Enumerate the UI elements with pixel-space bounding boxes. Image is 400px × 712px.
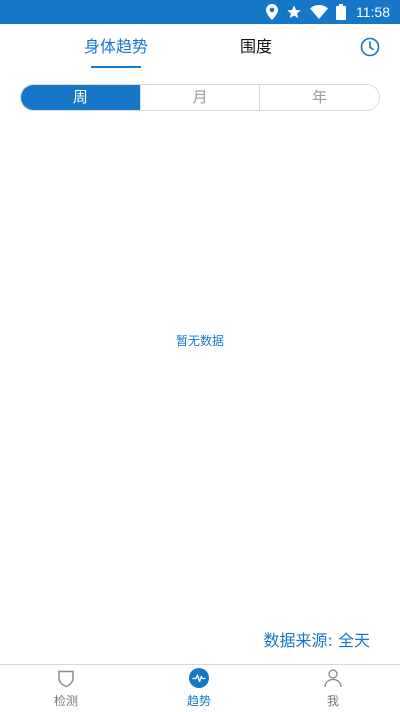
tab-girth[interactable]: 围度 [230, 24, 282, 72]
period-week[interactable]: 周 [21, 85, 140, 110]
top-tab-bar: 身体趋势 围度 [0, 24, 400, 72]
wifi-icon [310, 0, 328, 24]
location-icon [266, 0, 278, 24]
nav-trend-label: 趋势 [186, 694, 211, 708]
nav-me-label: 我 [326, 694, 339, 708]
active-tab-underline [91, 66, 141, 68]
shield-icon [58, 670, 74, 688]
status-time: 11:58 [356, 4, 390, 20]
period-month[interactable]: 月 [139, 85, 260, 110]
data-source-label[interactable]: 数据来源: 全天 [264, 627, 370, 651]
nav-trend[interactable]: 趋势 [159, 665, 239, 712]
bottom-nav: 检测 趋势 我 [0, 664, 400, 711]
nav-detect[interactable]: 检测 [26, 665, 106, 712]
battery-icon [336, 0, 346, 24]
nav-detect-label: 检测 [53, 694, 78, 708]
star-icon [286, 0, 302, 24]
history-button[interactable] [360, 37, 380, 57]
period-selector: 周 月 年 [20, 84, 380, 111]
period-year[interactable]: 年 [259, 85, 379, 110]
tab-body-trend-label: 身体趋势 [83, 37, 148, 56]
clock-icon [360, 37, 380, 57]
status-bar: 11:58 [0, 0, 400, 24]
person-icon [324, 669, 342, 688]
tab-body-trend[interactable]: 身体趋势 [78, 24, 154, 72]
empty-state-message: 暂无数据 [175, 334, 224, 348]
nav-me[interactable]: 我 [293, 665, 373, 712]
tab-girth-label: 围度 [239, 37, 272, 56]
pulse-icon [189, 668, 209, 688]
